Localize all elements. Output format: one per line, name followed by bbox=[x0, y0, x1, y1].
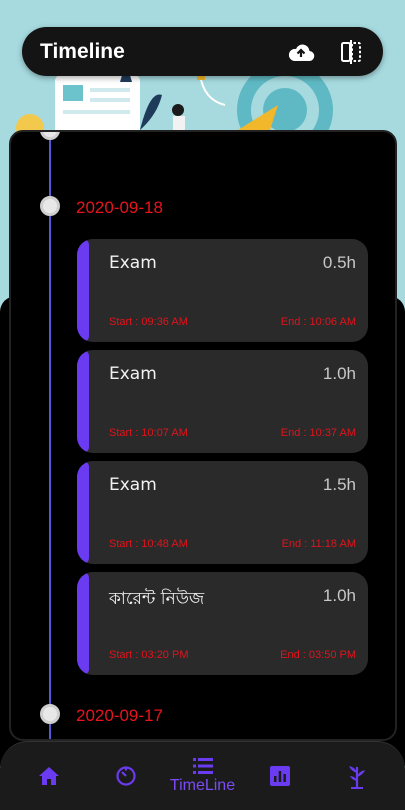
timeline-date: 2020-09-18 bbox=[76, 198, 163, 217]
entry-accent bbox=[77, 461, 89, 564]
entry-duration: 1.0h bbox=[322, 586, 356, 605]
compare-icon[interactable] bbox=[337, 38, 365, 66]
timeline-date: 2020-09-17 bbox=[76, 706, 163, 725]
nav-home[interactable] bbox=[19, 746, 79, 806]
entry-start: Start : 03:20 PM bbox=[109, 649, 189, 661]
nav-stats[interactable] bbox=[250, 746, 310, 806]
timeline-entry[interactable]: Exam 1.5h Start : 10:48 AM End : 11:18 A… bbox=[77, 461, 368, 564]
entry-duration: 0.5h bbox=[322, 253, 356, 272]
entry-start: Start : 10:07 AM bbox=[109, 427, 188, 439]
timeline-entry[interactable]: কারেন্ট নিউজ 1.0h Start : 03:20 PM End :… bbox=[77, 572, 368, 675]
timeline-card: 2020-09-18 Exam 0.5h Start : 09:36 AM En… bbox=[9, 130, 397, 741]
app-bar: Timeline bbox=[22, 27, 383, 76]
plant-icon bbox=[348, 766, 365, 789]
nav-plant[interactable] bbox=[327, 746, 387, 806]
entry-title: Exam bbox=[109, 364, 157, 384]
home-icon bbox=[38, 767, 59, 785]
timeline-node bbox=[40, 196, 60, 216]
cloud-upload-icon[interactable] bbox=[287, 38, 315, 66]
entry-title: Exam bbox=[109, 475, 157, 495]
nav-label-timeline: TimeLine bbox=[169, 777, 236, 794]
timeline-line bbox=[49, 132, 51, 739]
entry-end: End : 11:18 AM bbox=[281, 538, 356, 550]
timeline-entry[interactable]: Exam 0.5h Start : 09:36 AM End : 10:06 A… bbox=[77, 239, 368, 342]
nav-timer[interactable] bbox=[96, 746, 156, 806]
timeline-entry[interactable]: Exam 1.0h Start : 10:07 AM End : 10:37 A… bbox=[77, 350, 368, 453]
entry-title: কারেন্ট নিউজ bbox=[109, 589, 205, 609]
bar-chart-icon bbox=[269, 766, 290, 786]
entry-duration: 1.0h bbox=[322, 364, 356, 383]
timer-icon bbox=[115, 766, 136, 786]
timeline-node bbox=[40, 132, 60, 140]
list-icon bbox=[192, 758, 213, 774]
entry-duration: 1.5h bbox=[322, 475, 356, 494]
page-title: Timeline bbox=[40, 39, 125, 63]
timeline-node bbox=[40, 704, 60, 724]
entry-accent bbox=[77, 572, 89, 675]
entry-title: Exam bbox=[109, 253, 157, 273]
entry-start: Start : 10:48 AM bbox=[109, 538, 188, 550]
nav-timeline[interactable]: TimeLine bbox=[169, 746, 236, 806]
entry-accent bbox=[77, 239, 89, 342]
entry-end: End : 10:06 AM bbox=[280, 316, 356, 328]
entry-start: Start : 09:36 AM bbox=[109, 316, 188, 328]
entry-end: End : 10:37 AM bbox=[280, 427, 356, 439]
bottom-nav: TimeLine bbox=[0, 741, 405, 810]
entry-end: End : 03:50 PM bbox=[280, 649, 356, 661]
entry-accent bbox=[77, 350, 89, 453]
